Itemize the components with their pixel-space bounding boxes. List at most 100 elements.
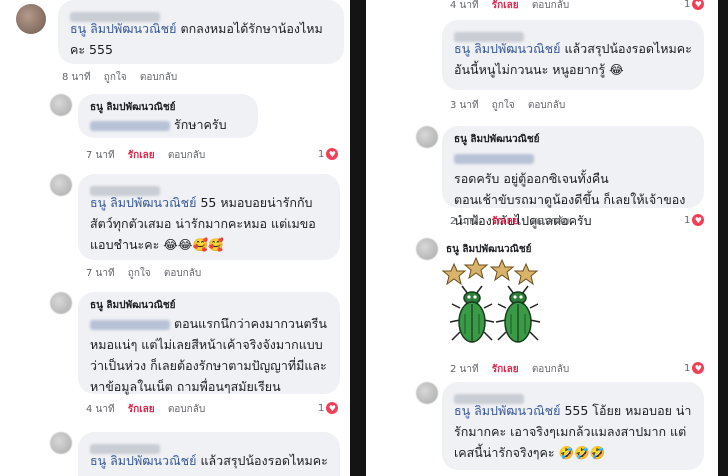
comment-actions: 2 นาที รักเลย ตอบกลับ — [450, 362, 579, 377]
redacted-author-name[interactable] — [454, 393, 524, 404]
reaction-number: 1 — [318, 402, 325, 414]
redacted-author-name[interactable] — [90, 443, 160, 454]
comment-author[interactable]: ธนู ลิมปพัฒนวณิชย์ — [90, 298, 328, 313]
love-reaction-button[interactable]: รักเลย — [492, 216, 519, 227]
avatar[interactable] — [16, 4, 46, 34]
comment-5: ธนู ลิมปพัฒนวณิชย์ แล้วสรุปน้องรอดไหมคะ — [50, 428, 346, 476]
comment-time: 2 นาที — [450, 364, 479, 375]
like-button[interactable]: ถูกใจ — [492, 100, 515, 111]
avatar[interactable] — [416, 382, 438, 404]
comment-actions: 7 นาที รักเลย ตอบกลับ — [86, 148, 215, 163]
star-icon — [489, 258, 515, 282]
mention-link[interactable]: ธนู ลิมปพัฒนวณิชย์ — [454, 403, 560, 418]
comment-bubble: ธนู ลิมปพัฒนวณิชย์ รอดครับ อยู่ตู้ออกซิเ… — [442, 126, 704, 228]
reply-button[interactable]: ตอบกลับ — [168, 404, 205, 415]
comment-text: สัตว์ทุกตัวเสมอ น่ารักมากคะหมอ แต่เมขอ — [90, 216, 316, 231]
redacted-mention[interactable] — [90, 319, 170, 330]
comment-bubble: ธนู ลิมปพัฒนวณิชย์ ตกลงหมอได้รักษาน้องไห… — [58, 0, 344, 64]
avatar[interactable] — [50, 174, 72, 196]
comment-time: 4 นาที — [450, 0, 479, 11]
comment-text: เคสนี้น่ารักจริงๆคะ 🤣🤣🤣 — [454, 445, 606, 460]
reaction-number: 1 — [684, 0, 691, 10]
redacted-author-name[interactable] — [90, 185, 160, 196]
mention-link[interactable]: ธนู ลิมปพัฒนวณิชย์ — [454, 41, 560, 56]
comment-text: 55 หมอบอยน่ารักกับ — [200, 195, 313, 210]
love-reaction-button[interactable]: รักเลย — [492, 0, 519, 11]
reaction-number: 1 — [684, 214, 691, 226]
comment-text: คะ 555 — [70, 42, 113, 57]
comment-author[interactable]: ธนู ลิมปพัฒนวณิชย์ — [90, 100, 246, 115]
heart-icon: ♥ — [326, 402, 339, 414]
like-button[interactable]: ถูกใจ — [104, 72, 127, 83]
comment-actions: 2 นาที รักเลย ตอบกลับ — [450, 214, 579, 229]
love-reaction-button[interactable]: รักเลย — [492, 364, 519, 375]
reply-button[interactable]: ตอบกลับ — [168, 150, 205, 161]
reaction-count[interactable]: 1 ♥ — [318, 402, 339, 414]
comment-text: อันนี้หนูไม่กวนนะ หนูอยากรู้ 😂 — [454, 62, 624, 77]
comment-bubble: ธนู ลิมปพัฒนวณิชย์ แล้วสรุปน้องรอดไหมคะ … — [442, 20, 704, 90]
comment-text: รอดครับ อยู่ตู้ออกซิเจนทั้งคืน — [454, 171, 609, 186]
reaction-number: 1 — [318, 148, 325, 160]
reply-button[interactable]: ตอบกลับ — [532, 0, 569, 11]
avatar[interactable] — [50, 432, 72, 454]
comment-9: ธนู ลิมปพัฒนวณิชย์ 555 โอ้ยย หมอบอย น่า … — [416, 380, 716, 476]
reply-button[interactable]: ตอบกลับ — [140, 72, 177, 83]
comment-6: ธนู ลิมปพัฒนวณิชย์ แล้วสรุปน้องรอดไหมคะ … — [416, 20, 716, 116]
heart-icon: ♥ — [692, 214, 705, 226]
redacted-mention[interactable] — [454, 153, 534, 164]
beetle-icon — [449, 285, 495, 343]
comment-text: ตอนเช้าขับรถมาดูน้องดีขึ้น ก็เลยให้เจ้าข… — [454, 192, 686, 207]
avatar[interactable] — [50, 292, 72, 314]
comment-bubble: ธนู ลิมปพัฒนวณิชย์ ตอนแรกนึกว่าคงมากวนตร… — [78, 292, 340, 394]
comment-7: ธนู ลิมปพัฒนวณิชย์ รอดครับ อยู่ตู้ออกซิเ… — [416, 124, 716, 228]
reaction-count[interactable]: 1 ♥ — [684, 362, 705, 374]
reaction-number: 1 — [684, 362, 691, 374]
comment-actions: 7 นาที ถูกใจ ตอบกลับ — [86, 266, 211, 281]
comment-text: รักษาครับ — [173, 117, 227, 132]
reaction-count[interactable]: 1 ♥ — [318, 148, 339, 160]
love-reaction-button[interactable]: รักเลย — [128, 404, 155, 415]
comment-time: 3 นาที — [450, 100, 479, 111]
comment-bubble: ธนู ลิมปพัฒนวณิชย์ แล้วสรุปน้องรอดไหมคะ — [78, 432, 340, 476]
avatar[interactable] — [50, 94, 72, 116]
comment-text: หาข้อมูลในเน็ต ถามพื่อนๆสมัยเรียน — [90, 379, 281, 394]
star-icon — [463, 256, 489, 280]
beetle-sticker[interactable] — [440, 256, 550, 350]
comment-8: ธนู ลิมปพัฒนวณิชย์ 2 นาที รักเลย ตอบกลับ… — [416, 236, 716, 376]
reply-button[interactable]: ตอบกลับ — [532, 364, 569, 375]
comment-3: ธนู ลิมปพัฒนวณิชย์ 55 หมอบอยน่ารักกับ สั… — [50, 170, 346, 284]
reply-button[interactable]: ตอบกลับ — [532, 216, 569, 227]
love-reaction-button[interactable]: รักเลย — [128, 150, 155, 161]
reaction-count[interactable]: 1 ♥ — [684, 214, 705, 226]
comment-bubble: ธนู ลิมปพัฒนวณิชย์ 55 หมอบอยน่ารักกับ สั… — [78, 174, 340, 260]
redacted-mention[interactable] — [90, 120, 170, 131]
mention-link[interactable]: ธนู ลิมปพัฒนวณิชย์ — [90, 453, 196, 468]
comment-time: 2 นาที — [450, 216, 479, 227]
star-icon — [513, 262, 539, 286]
comment-actions: 8 นาที ถูกใจ ตอบกลับ — [62, 70, 187, 85]
mention-link[interactable]: ธนู ลิมปพัฒนวณิชย์ — [70, 21, 176, 36]
reaction-count[interactable]: 1 ♥ — [684, 0, 705, 10]
avatar[interactable] — [416, 238, 438, 260]
comment-text: หมอแน่ๆ แต่ไม่เลยสีหน้าเค้าจริงจังมากแบบ — [90, 337, 323, 352]
comment-text: แล้วสรุปน้องรอดไหมคะ — [200, 453, 328, 468]
comment-text: ตอนแรกนึกว่าคงมากวนตรีน — [173, 316, 327, 331]
comment-actions: 4 นาที รักเลย ตอบกลับ — [450, 0, 579, 13]
star-icon — [441, 262, 467, 286]
heart-icon: ♥ — [326, 148, 339, 160]
comment-time: 4 นาที — [86, 404, 115, 415]
comment-actions: 4 นาที รักเลย ตอบกลับ — [86, 402, 215, 417]
redacted-author-name[interactable] — [70, 11, 160, 22]
comment-author[interactable]: ธนู ลิมปพัฒนวณิชย์ — [454, 132, 692, 147]
heart-icon: ♥ — [692, 362, 705, 374]
comment-text: ตกลงหมอได้รักษาน้องไหม — [180, 21, 323, 36]
mention-link[interactable]: ธนู ลิมปพัฒนวณิชย์ — [90, 195, 196, 210]
reply-button[interactable]: ตอบกลับ — [164, 268, 201, 279]
comment-4: ธนู ลิมปพัฒนวณิชย์ ตอนแรกนึกว่าคงมากวนตร… — [50, 290, 346, 418]
reply-button[interactable]: ตอบกลับ — [528, 100, 565, 111]
redacted-author-name[interactable] — [454, 31, 524, 42]
avatar[interactable] — [416, 126, 438, 148]
comment-text: แอบชำนะคะ 😂😂🥰🥰 — [90, 237, 224, 252]
comment-author[interactable]: ธนู ลิมปพัฒนวณิชย์ — [446, 242, 532, 257]
like-button[interactable]: ถูกใจ — [128, 268, 151, 279]
